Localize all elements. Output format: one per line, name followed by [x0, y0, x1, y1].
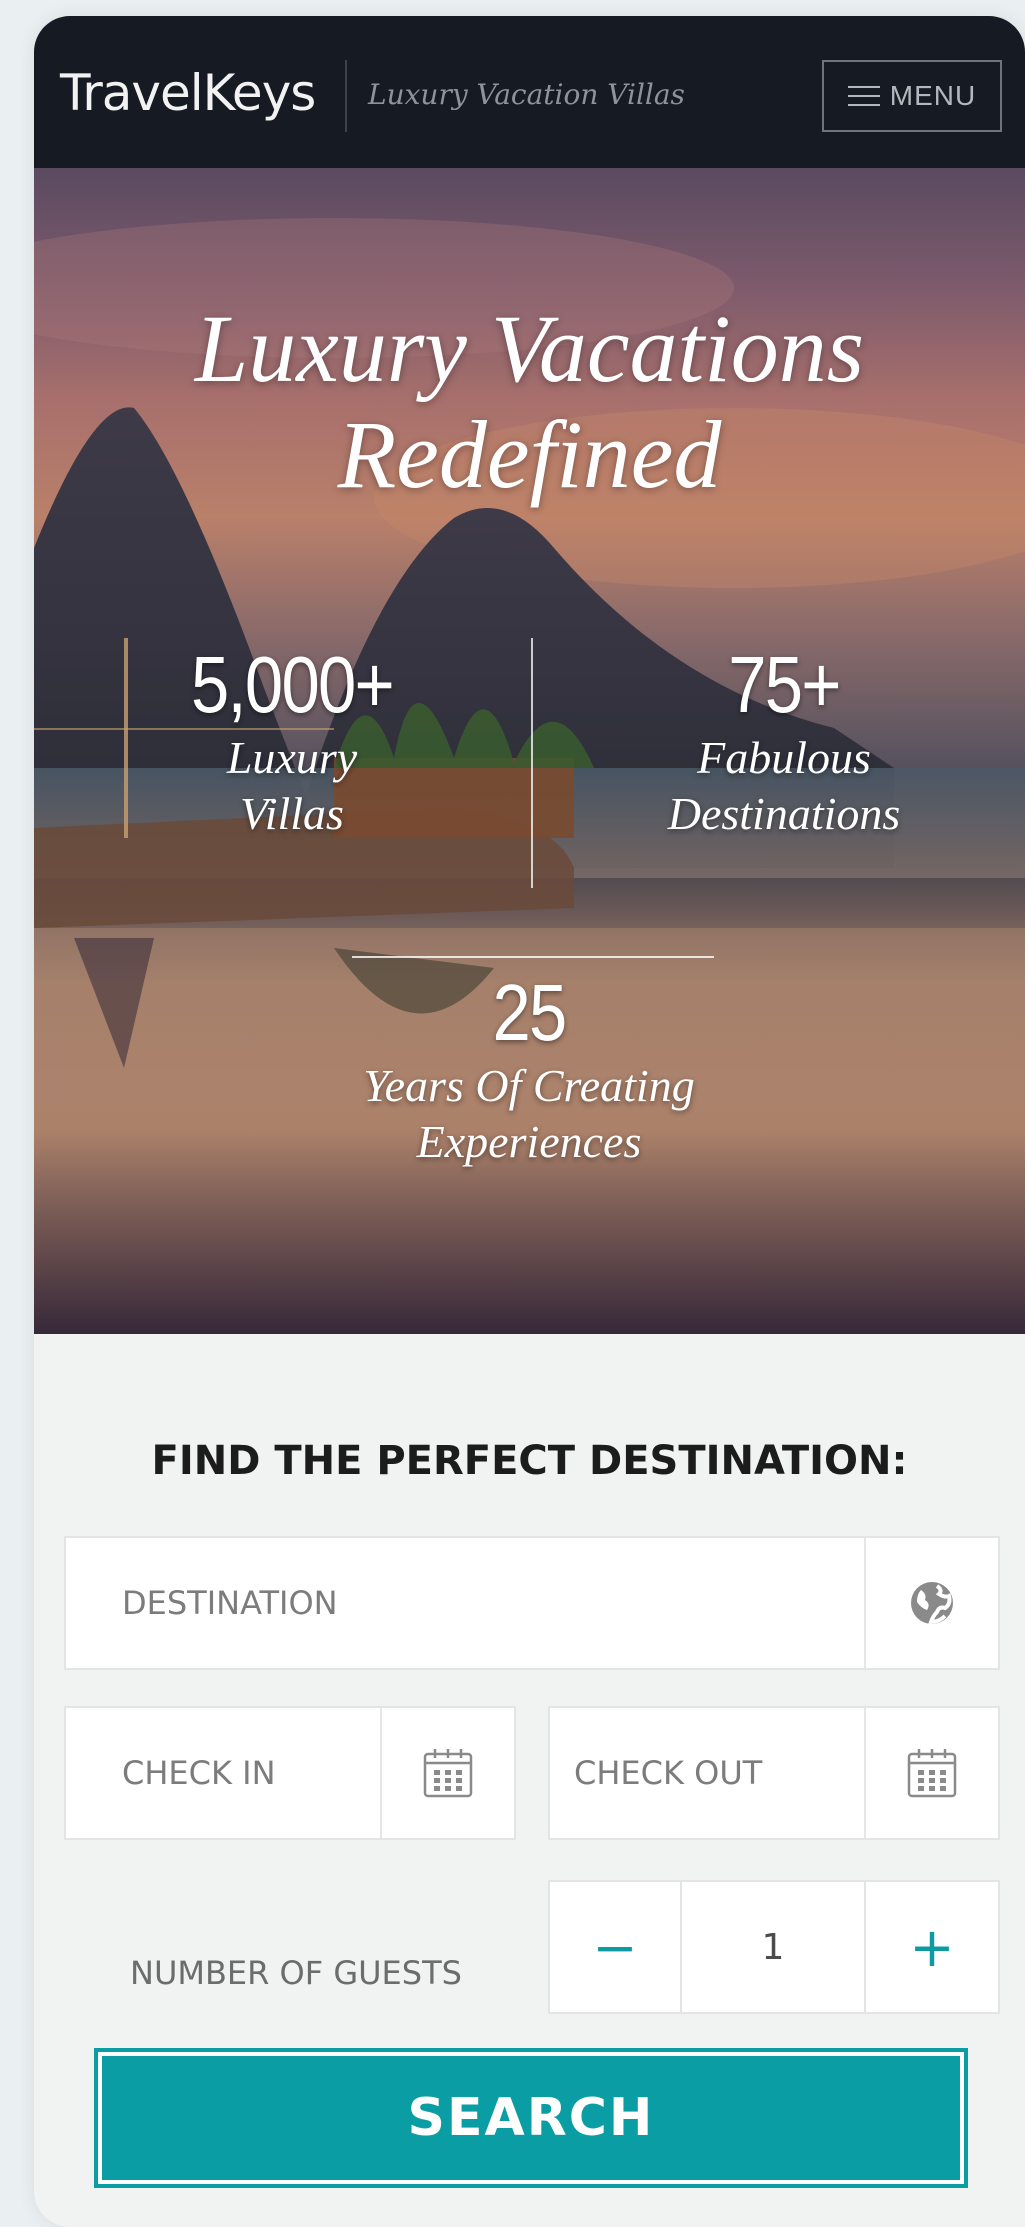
destination-input[interactable] — [66, 1538, 864, 1668]
menu-button[interactable]: MENU — [822, 60, 1002, 132]
site-header: TravelKeys Luxury Vacation Villas MENU — [34, 16, 1025, 168]
stat-label-line1: Luxury — [226, 732, 358, 783]
stat-label-line2: Experiences — [416, 1116, 642, 1167]
check-in-addon[interactable] — [380, 1708, 514, 1838]
calendar-icon — [423, 1749, 473, 1798]
globe-icon — [911, 1582, 953, 1625]
tagline: Luxury Vacation Villas — [368, 78, 685, 111]
stat-villas: 5,000+ Luxury Villas — [142, 640, 442, 842]
hero-banner: Luxury Vacations Redefined 5,000+ Luxury… — [34, 168, 1025, 1334]
guests-decrement-button[interactable]: − — [548, 1880, 682, 2014]
stat-label-line1: Fabulous — [697, 732, 871, 783]
stat-number: 5,000+ — [190, 640, 395, 729]
stat-number: 75+ — [728, 640, 841, 729]
logo-divider — [345, 60, 347, 132]
hero-title-line1: Luxury Vacations — [194, 295, 865, 402]
check-out-addon[interactable] — [864, 1708, 998, 1838]
destination-field[interactable] — [64, 1536, 1000, 1670]
stat-label-line1: Years Of Creating — [363, 1060, 695, 1111]
guests-increment-button[interactable]: + — [864, 1880, 1000, 2014]
search-button[interactable]: SEARCH — [94, 2048, 968, 2188]
hero-title: Luxury Vacations Redefined — [34, 296, 1025, 508]
destination-addon[interactable] — [864, 1538, 998, 1668]
stat-divider-vertical — [531, 638, 533, 888]
mobile-screen: TravelKeys Luxury Vacation Villas MENU L… — [34, 16, 1025, 2227]
search-form-title: FIND THE PERFECT DESTINATION: — [151, 1438, 908, 1484]
guests-label: NUMBER OF GUESTS — [130, 1954, 462, 1992]
check-out-field[interactable] — [548, 1706, 1000, 1840]
check-in-field[interactable] — [64, 1706, 516, 1840]
stat-divider-horizontal — [352, 956, 714, 958]
logo[interactable]: TravelKeys — [60, 64, 316, 122]
guests-value[interactable]: 1 — [680, 1880, 866, 2014]
stat-label-line2: Destinations — [667, 788, 901, 839]
stat-destinations: 75+ Fabulous Destinations — [614, 640, 954, 842]
menu-label: MENU — [889, 80, 977, 111]
check-out-input[interactable] — [550, 1708, 864, 1838]
calendar-icon — [907, 1749, 957, 1798]
stat-number: 25 — [492, 968, 567, 1057]
check-in-input[interactable] — [66, 1708, 380, 1838]
stat-years: 25 Years Of Creating Experiences — [284, 968, 774, 1170]
hamburger-icon — [847, 86, 880, 106]
hero-title-line2: Redefined — [337, 401, 722, 508]
stat-label-line2: Villas — [240, 788, 344, 839]
